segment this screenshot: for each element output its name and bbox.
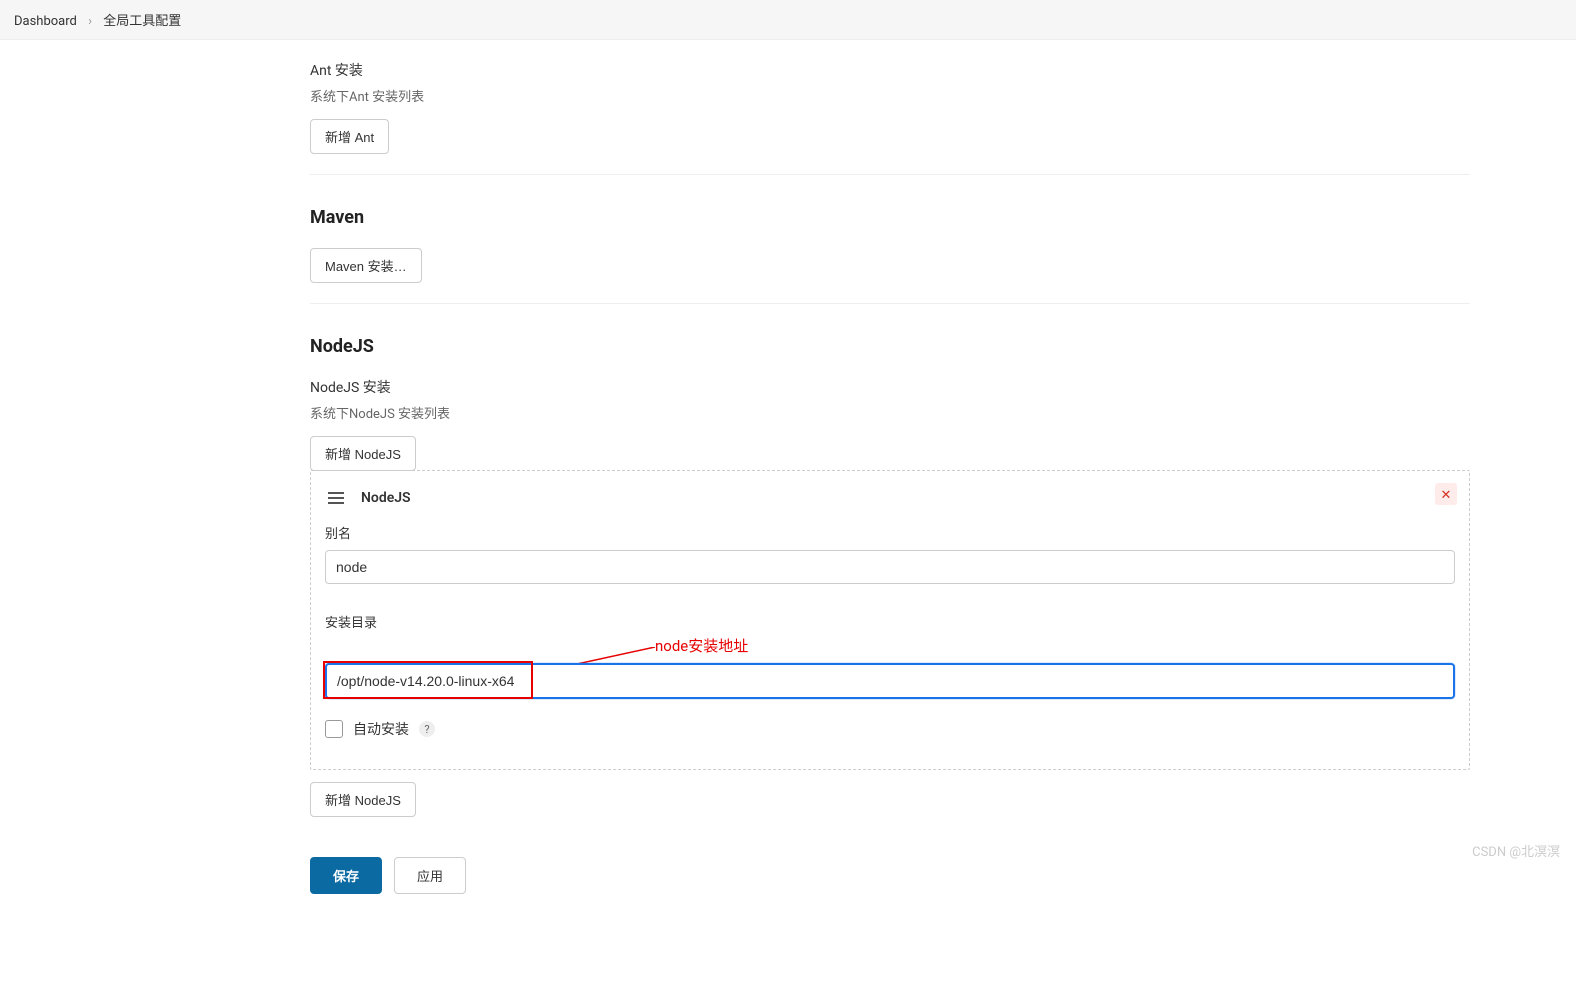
nodejs-heading: NodeJS bbox=[310, 336, 1470, 357]
nodejs-section: NodeJS NodeJS 安装 系统下NodeJS 安装列表 新增 NodeJ… bbox=[310, 304, 1470, 914]
help-icon[interactable]: ? bbox=[419, 721, 435, 737]
maven-install-button[interactable]: Maven 安装… bbox=[310, 248, 422, 283]
ant-subtitle: 系统下Ant 安装列表 bbox=[310, 86, 1470, 105]
install-dir-input[interactable] bbox=[325, 663, 1455, 699]
nodejs-install-panel: ✕ NodeJS 别名 安装目录 node安装地址 bbox=[310, 470, 1470, 770]
auto-install-checkbox[interactable] bbox=[325, 720, 343, 738]
close-icon: ✕ bbox=[1441, 488, 1452, 501]
chevron-right-icon: › bbox=[88, 14, 92, 29]
apply-button[interactable]: 应用 bbox=[394, 857, 466, 894]
footer-actions: 保存 应用 bbox=[310, 837, 1470, 894]
ant-title: Ant 安装 bbox=[310, 60, 1470, 80]
save-button[interactable]: 保存 bbox=[310, 857, 382, 894]
breadcrumb-dashboard[interactable]: Dashboard bbox=[14, 14, 77, 29]
add-nodejs-button-top[interactable]: 新增 NodeJS bbox=[310, 436, 416, 471]
add-nodejs-button-bottom[interactable]: 新增 NodeJS bbox=[310, 782, 416, 817]
maven-section: Maven Maven 安装… bbox=[310, 175, 1470, 304]
maven-heading: Maven bbox=[310, 207, 1470, 228]
breadcrumb: Dashboard › 全局工具配置 bbox=[0, 0, 1576, 40]
nodejs-subtitle: 系统下NodeJS 安装列表 bbox=[310, 403, 1470, 422]
breadcrumb-current: 全局工具配置 bbox=[103, 14, 181, 29]
watermark: CSDN @北溟溟 bbox=[1472, 841, 1560, 860]
alias-input[interactable] bbox=[325, 550, 1455, 584]
alias-label: 别名 bbox=[325, 523, 1455, 542]
add-ant-button[interactable]: 新增 Ant bbox=[310, 119, 389, 154]
panel-header: NodeJS bbox=[325, 489, 1455, 507]
panel-title: NodeJS bbox=[361, 490, 411, 506]
main-content: Ant 安装 系统下Ant 安装列表 新增 Ant Maven Maven 安装… bbox=[0, 40, 1470, 994]
ant-section: Ant 安装 系统下Ant 安装列表 新增 Ant bbox=[310, 40, 1470, 175]
install-dir-label: 安装目录 bbox=[325, 612, 1455, 631]
auto-install-row: 自动安装 ? bbox=[325, 719, 1455, 739]
remove-nodejs-button[interactable]: ✕ bbox=[1435, 483, 1457, 505]
annotation-text: node安装地址 bbox=[655, 635, 748, 656]
install-dir-wrap bbox=[325, 663, 1455, 699]
nodejs-title: NodeJS 安装 bbox=[310, 377, 1470, 397]
auto-install-label: 自动安装 bbox=[353, 719, 409, 739]
drag-handle-icon[interactable] bbox=[325, 489, 347, 507]
annotation: node安装地址 bbox=[325, 639, 1455, 661]
